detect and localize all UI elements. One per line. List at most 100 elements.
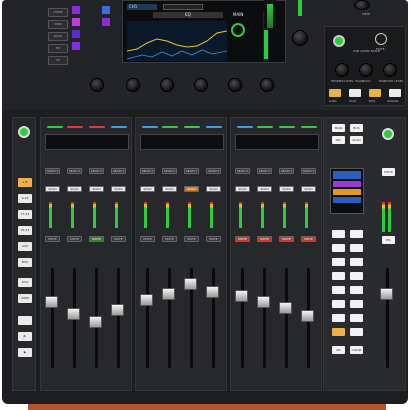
- side-button-4[interactable]: EQ: [48, 44, 68, 53]
- layer-button-6[interactable]: BUS: [18, 258, 32, 267]
- master-button-8[interactable]: CLEAR: [350, 346, 363, 354]
- fader-cap[interactable]: [257, 296, 270, 308]
- select-button[interactable]: SELECT: [162, 168, 177, 174]
- gain-button[interactable]: [329, 89, 341, 97]
- master-grid-button[interactable]: [332, 230, 345, 238]
- mute-button[interactable]: MUTE: [206, 236, 221, 242]
- layer-button-1[interactable]: 1-8: [18, 178, 32, 187]
- phones-knob[interactable]: [354, 0, 370, 10]
- master-grid-button[interactable]: [332, 300, 345, 308]
- mute-button[interactable]: MUTE: [184, 236, 199, 242]
- select-button[interactable]: SELECT: [45, 168, 60, 174]
- bus-button[interactable]: [369, 89, 381, 97]
- mute-button[interactable]: MUTE: [301, 236, 316, 242]
- solo-button[interactable]: SOLO: [162, 186, 177, 192]
- fader-cap[interactable]: [184, 278, 197, 290]
- master-button-7[interactable]: AFL: [332, 346, 345, 354]
- encoder-knob-2[interactable]: [126, 78, 140, 92]
- solo-button[interactable]: SOLO: [279, 186, 294, 192]
- fader-cap[interactable]: [235, 290, 248, 302]
- select-button[interactable]: SELECT: [279, 168, 294, 174]
- solo-button[interactable]: SOLO: [235, 186, 250, 192]
- select-button[interactable]: SELECT: [184, 168, 199, 174]
- layer-power-button[interactable]: [18, 126, 30, 138]
- mute-toggle[interactable]: [375, 33, 387, 45]
- fader-cap[interactable]: [279, 302, 292, 314]
- solo-button[interactable]: SOLO: [45, 186, 60, 192]
- select-button[interactable]: SELECT: [67, 168, 82, 174]
- side-button-1[interactable]: HOME: [48, 8, 68, 17]
- master-grid-button[interactable]: [350, 244, 363, 252]
- master-grid-button[interactable]: [332, 258, 345, 266]
- mute-button[interactable]: MUTE: [67, 236, 82, 242]
- master-grid-button[interactable]: [332, 286, 345, 294]
- master-grid-button[interactable]: [350, 286, 363, 294]
- fader-cap[interactable]: [162, 288, 175, 300]
- master-grid-button[interactable]: [350, 300, 363, 308]
- encoder-knob-4[interactable]: [194, 78, 208, 92]
- layer-button-3[interactable]: 17-24: [18, 210, 32, 219]
- master-fader-cap[interactable]: [380, 288, 393, 300]
- master-button-3[interactable]: SEL: [332, 136, 345, 144]
- master-button-2[interactable]: BUS: [350, 124, 363, 132]
- master-grid-button-active[interactable]: [332, 328, 345, 336]
- layer-button-8[interactable]: USER: [18, 294, 32, 303]
- side-button-2[interactable]: VIEW: [48, 20, 68, 29]
- master-grid-button[interactable]: [350, 230, 363, 238]
- select-button[interactable]: SELECT: [257, 168, 272, 174]
- usb-power-button[interactable]: [333, 35, 345, 47]
- fader-cap[interactable]: [206, 286, 219, 298]
- layer-extra-button-1[interactable]: [18, 316, 32, 325]
- layer-button-7[interactable]: DCA: [18, 278, 32, 287]
- fader-cap[interactable]: [140, 294, 153, 306]
- mute-button[interactable]: MUTE: [140, 236, 155, 242]
- speaker-icon[interactable]: 🔈: [18, 332, 32, 341]
- side-button-5[interactable]: FX: [48, 56, 68, 65]
- phones-level-knob[interactable]: [335, 63, 349, 77]
- assign-button[interactable]: [389, 89, 401, 97]
- solo-button[interactable]: SOLO: [206, 186, 221, 192]
- layer-button-4[interactable]: 25-32: [18, 226, 32, 235]
- master-button-5[interactable]: MUTE: [382, 168, 395, 176]
- mute-button[interactable]: MUTE: [235, 236, 250, 242]
- mute-button[interactable]: MUTE: [257, 236, 272, 242]
- layer-button-2[interactable]: 9-16: [18, 194, 32, 203]
- fader-cap[interactable]: [301, 310, 314, 322]
- select-button[interactable]: SELECT: [235, 168, 250, 174]
- fader-cap[interactable]: [45, 296, 58, 308]
- master-button-6[interactable]: PFL: [382, 236, 395, 244]
- mute-button[interactable]: MUTE: [89, 236, 104, 242]
- side-button-3[interactable]: RACK: [48, 32, 68, 41]
- select-button[interactable]: SELECT: [206, 168, 221, 174]
- select-button[interactable]: SELECT: [111, 168, 126, 174]
- talk-button[interactable]: [349, 89, 361, 97]
- encoder-knob-6[interactable]: [260, 78, 274, 92]
- solo-button[interactable]: SOLO: [301, 186, 316, 192]
- main-encoder-knob[interactable]: [292, 30, 308, 46]
- solo-button[interactable]: SOLO: [111, 186, 126, 192]
- master-grid-button[interactable]: [332, 244, 345, 252]
- solo-button[interactable]: SOLO: [257, 186, 272, 192]
- touch-screen[interactable]: CH1 EQ MAIN: [122, 0, 286, 63]
- mute-button[interactable]: MUTE: [162, 236, 177, 242]
- layer-button-5[interactable]: AUX: [18, 242, 32, 251]
- encoder-knob-1[interactable]: [90, 78, 104, 92]
- master-grid-button[interactable]: [350, 258, 363, 266]
- fader-cap[interactable]: [111, 304, 124, 316]
- select-button[interactable]: SELECT: [89, 168, 104, 174]
- mute-button[interactable]: MUTE: [279, 236, 294, 242]
- monitor-level-knob[interactable]: [383, 63, 397, 77]
- fader-cap[interactable]: [89, 316, 102, 328]
- select-button[interactable]: SELECT: [140, 168, 155, 174]
- master-button-4[interactable]: SOLO: [350, 136, 363, 144]
- master-grid-button[interactable]: [350, 328, 363, 336]
- encoder-knob-5[interactable]: [228, 78, 242, 92]
- solo-button[interactable]: SOLO: [140, 186, 155, 192]
- master-grid-button[interactable]: [350, 272, 363, 280]
- encoder-knob-3[interactable]: [160, 78, 174, 92]
- select-button[interactable]: SELECT: [301, 168, 316, 174]
- solo-button[interactable]: SOLO: [184, 186, 199, 192]
- play-icon[interactable]: ▶: [18, 348, 32, 357]
- master-grid-button[interactable]: [332, 272, 345, 280]
- master-grid-button[interactable]: [332, 314, 345, 322]
